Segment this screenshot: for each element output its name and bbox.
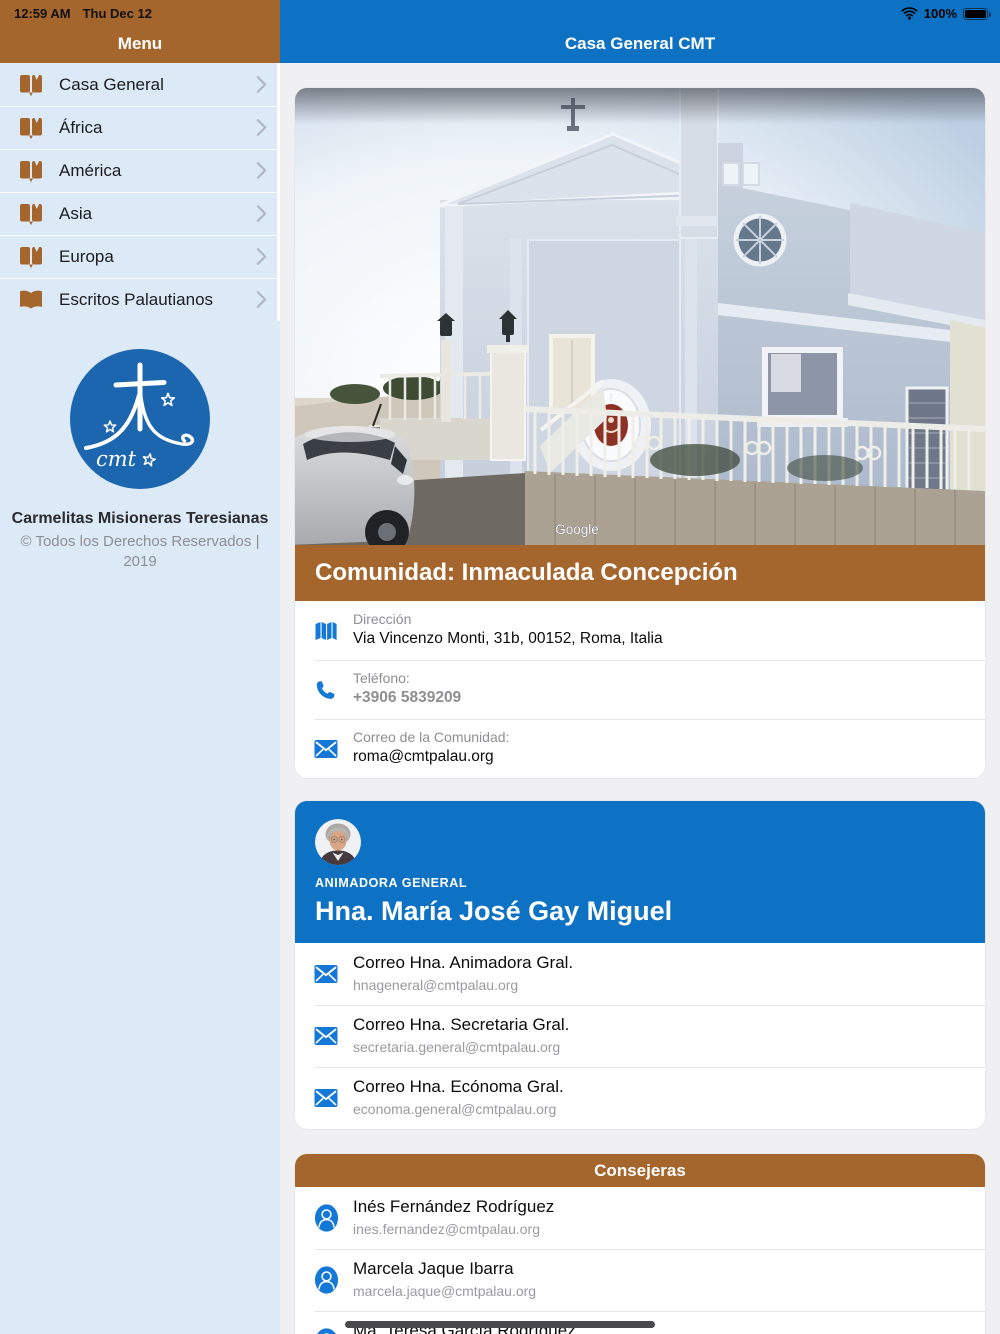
email-row-title: Correo Hna. Ecónoma Gral. bbox=[353, 1077, 564, 1096]
sidebar: 12:59 AM Thu Dec 12 Menu Casa General Áf… bbox=[0, 0, 280, 1334]
person-icon bbox=[314, 1328, 339, 1334]
email-row-address: hnageneral@cmtpalau.org bbox=[353, 977, 519, 993]
book-icon bbox=[18, 245, 44, 269]
email-row-address: secretaria.general@cmtpalau.org bbox=[353, 1039, 561, 1055]
community-card: Google Comunidad: Inmaculada Concepción … bbox=[295, 88, 985, 778]
consejeras-header: Consejeras bbox=[295, 1154, 985, 1187]
date: Thu Dec 12 bbox=[82, 6, 152, 21]
consejera-row-ines[interactable]: Inés Fernández Rodríguez ines.fernandez@… bbox=[295, 1187, 985, 1249]
battery-percent: 100% bbox=[923, 6, 957, 21]
sidebar-item-label: Escritos Palautianos bbox=[59, 289, 214, 309]
sidebar-menu: Casa General África América Asia Europa bbox=[0, 63, 280, 321]
sidebar-header: 12:59 AM Thu Dec 12 Menu bbox=[0, 0, 280, 63]
sidebar-item-label: América bbox=[59, 160, 122, 180]
animadora-name: Hna. María José Gay Miguel bbox=[315, 896, 673, 926]
clock: 12:59 AM bbox=[14, 6, 71, 21]
consejeras-card: Consejeras Inés Fernández Rodríguez ines… bbox=[295, 1154, 985, 1334]
sidebar-title: Menu bbox=[117, 34, 163, 53]
animadora-header: ANIMADORA GENERAL Hna. María José Gay Mi… bbox=[295, 801, 985, 943]
chevron-right-icon bbox=[256, 118, 267, 137]
status-bar-right: 100% bbox=[901, 6, 991, 21]
consejera-row-marcela[interactable]: Marcela Jaque Ibarra marcela.jaque@cmtpa… bbox=[295, 1249, 985, 1311]
consejera-email: ines.fernandez@cmtpalau.org bbox=[353, 1221, 540, 1237]
sidebar-item-europa[interactable]: Europa bbox=[0, 235, 277, 278]
community-email-label: Correo de la Comunidad: bbox=[353, 729, 510, 745]
avatar bbox=[315, 819, 361, 865]
mail-icon bbox=[314, 1027, 338, 1046]
mail-icon bbox=[314, 965, 338, 984]
copyright-line2: 2019 bbox=[123, 553, 157, 571]
mail-icon bbox=[314, 1089, 338, 1108]
phone-icon bbox=[314, 678, 337, 701]
book-icon bbox=[18, 159, 44, 183]
map-icon bbox=[314, 620, 338, 642]
address-row[interactable]: Dirección Via Vincenzo Monti, 31b, 00152… bbox=[295, 601, 985, 660]
wifi-icon bbox=[901, 7, 918, 20]
battery-icon bbox=[963, 7, 991, 20]
org-name: Carmelitas Misioneras Teresianas bbox=[11, 510, 269, 527]
chevron-right-icon bbox=[256, 204, 267, 223]
chevron-right-icon bbox=[256, 161, 267, 180]
email-row-address: economa.general@cmtpalau.org bbox=[353, 1101, 557, 1117]
streetview-photo[interactable]: Google bbox=[295, 88, 985, 545]
consejera-email: marcela.jaque@cmtpalau.org bbox=[353, 1283, 537, 1299]
address-label: Dirección bbox=[353, 611, 412, 627]
sidebar-item-label: Europa bbox=[59, 246, 114, 266]
mail-icon bbox=[314, 739, 338, 758]
sidebar-item-label: Asia bbox=[59, 203, 93, 223]
email-row-title: Correo Hna. Secretaria Gral. bbox=[353, 1015, 570, 1034]
chevron-right-icon bbox=[256, 290, 267, 309]
animadora-card: ANIMADORA GENERAL Hna. María José Gay Mi… bbox=[295, 801, 985, 1129]
navbar: 100% Casa General CMT bbox=[280, 0, 1000, 63]
phone-value: +3906 5839209 bbox=[353, 689, 462, 706]
book-icon bbox=[18, 202, 44, 226]
chevron-right-icon bbox=[256, 75, 267, 94]
main-panel: 100% Casa General CMT Google Comunidad: … bbox=[280, 0, 1000, 1334]
email-row-secretaria[interactable]: Correo Hna. Secretaria Gral. secretaria.… bbox=[295, 1005, 985, 1067]
phone-label: Teléfono: bbox=[353, 670, 410, 686]
status-bar-left: 12:59 AM Thu Dec 12 bbox=[14, 6, 152, 21]
open-book-icon bbox=[18, 288, 44, 312]
community-email-value: roma@cmtpalau.org bbox=[353, 748, 494, 765]
sidebar-item-casa-general[interactable]: Casa General bbox=[0, 63, 277, 106]
sidebar-item-label: África bbox=[59, 117, 103, 137]
book-icon bbox=[18, 73, 44, 97]
animadora-role: ANIMADORA GENERAL bbox=[315, 876, 468, 890]
email-row-title: Correo Hna. Animadora Gral. bbox=[353, 953, 574, 972]
address-value: Via Vincenzo Monti, 31b, 00152, Roma, It… bbox=[353, 630, 663, 647]
copyright: © Todos los Derechos Reservados | 2019 bbox=[0, 532, 280, 573]
person-icon bbox=[314, 1266, 339, 1295]
page-title: Casa General CMT bbox=[564, 34, 716, 53]
sidebar-item-escritos-palautianos[interactable]: Escritos Palautianos bbox=[0, 278, 277, 321]
copyright-line1: © Todos los Derechos Reservados | bbox=[20, 533, 260, 550]
sidebar-item-africa[interactable]: África bbox=[0, 106, 277, 149]
phone-row[interactable]: Teléfono: +3906 5839209 bbox=[295, 660, 985, 719]
logo-cmt-text: cmt bbox=[96, 447, 137, 471]
sidebar-item-asia[interactable]: Asia bbox=[0, 192, 277, 235]
app-screen: 12:59 AM Thu Dec 12 Menu Casa General Áf… bbox=[0, 0, 1000, 1334]
email-row-economa[interactable]: Correo Hna. Ecónoma Gral. economa.genera… bbox=[295, 1067, 985, 1129]
chevron-right-icon bbox=[256, 247, 267, 266]
consejera-name: Inés Fernández Rodríguez bbox=[353, 1197, 555, 1216]
email-row-animadora[interactable]: Correo Hna. Animadora Gral. hnageneral@c… bbox=[295, 943, 985, 1005]
sidebar-item-label: Casa General bbox=[59, 74, 164, 94]
scroll-content[interactable]: Google Comunidad: Inmaculada Concepción … bbox=[280, 63, 1000, 1334]
cmt-logo-icon: cmt bbox=[70, 349, 210, 489]
home-indicator[interactable] bbox=[345, 1321, 655, 1328]
person-icon bbox=[314, 1204, 339, 1233]
consejera-name: Marcela Jaque Ibarra bbox=[353, 1259, 514, 1278]
google-watermark: Google bbox=[555, 522, 599, 537]
community-banner: Comunidad: Inmaculada Concepción bbox=[295, 545, 985, 601]
book-icon bbox=[18, 116, 44, 140]
cmt-logo: cmt Carmelitas Misioneras Teresianas © T… bbox=[0, 349, 280, 573]
community-email-row[interactable]: Correo de la Comunidad: roma@cmtpalau.or… bbox=[295, 719, 985, 778]
sidebar-item-america[interactable]: América bbox=[0, 149, 277, 192]
